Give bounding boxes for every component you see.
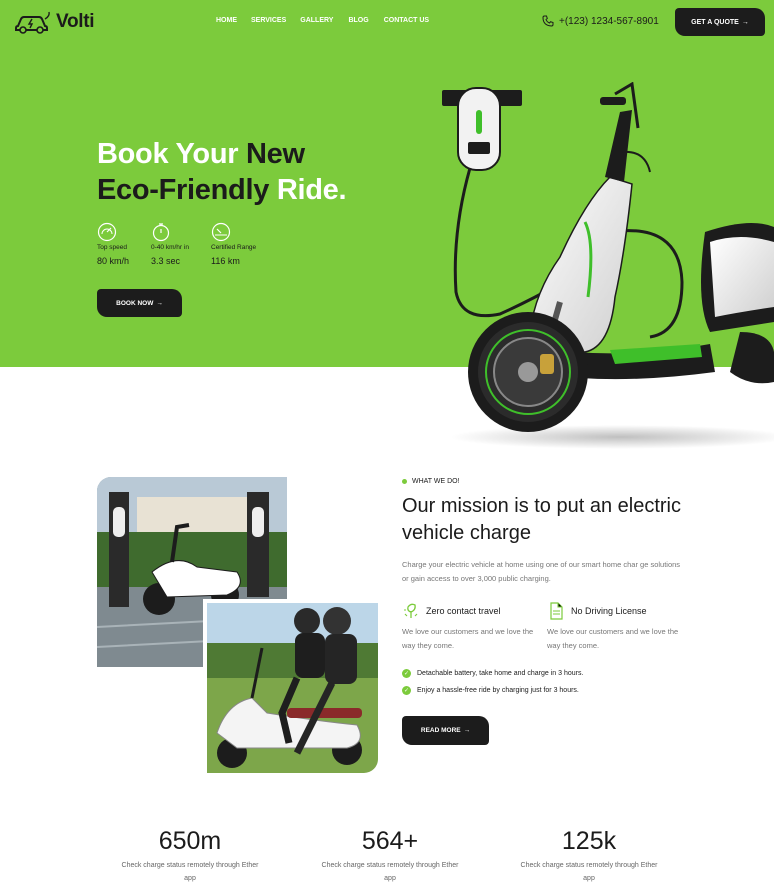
book-now-button[interactable]: BOOK NOW → [97, 289, 182, 317]
nav-blog[interactable]: BLOG [348, 17, 368, 24]
feature-title: Zero contact travel [426, 606, 501, 616]
check-circle-icon: ✓ [402, 686, 411, 695]
counter-item: 650m Check charge status remotely throug… [115, 826, 265, 885]
mission-description: Charge your electric vehicle at home usi… [402, 560, 681, 583]
check-item: ✓ Enjoy a hassle-free ride by charging j… [402, 682, 583, 699]
check-item: ✓ Detachable battery, take home and char… [402, 665, 583, 682]
phone-contact[interactable]: +(123) 1234-567-8901 [542, 15, 659, 27]
counter-item: 564+ Check charge status remotely throug… [315, 826, 465, 885]
counter-text: Check charge status remotely through Eth… [321, 862, 459, 882]
mission-title: Our mission is to put an electric vehicl… [402, 495, 681, 544]
check-list: ✓ Detachable battery, take home and char… [402, 665, 583, 699]
hero-title-part2: New [246, 138, 305, 170]
nav-home[interactable]: HOME [216, 17, 237, 24]
counter-number: 125k [561, 827, 617, 855]
logo[interactable]: Volti [14, 10, 95, 34]
feature-head: Zero contact travel [402, 602, 542, 620]
stat-label: Certified Range [211, 244, 257, 251]
gauge-icon [211, 222, 231, 242]
stat-value: 116 km [211, 256, 240, 266]
feature-zero-contact: Zero contact travel We love our customer… [402, 602, 542, 653]
section-tag: WHAT WE DO! [402, 478, 460, 485]
logo-text: Volti [56, 11, 95, 32]
tag-text: WHAT WE DO! [412, 478, 460, 485]
arrow-right-icon: → [741, 18, 749, 26]
feature-text: We love our customers and we love the wa… [547, 627, 679, 650]
car-plug-logo-icon [15, 11, 50, 34]
read-more-label: READ MORE [420, 727, 461, 734]
check-circle-icon: ✓ [402, 669, 411, 678]
counter-number: 564+ [361, 827, 419, 855]
feature-no-license: No Driving License We love our customers… [547, 602, 687, 653]
arrow-right-icon: → [463, 727, 471, 734]
book-now-label: BOOK NOW [116, 299, 154, 307]
stat-value: 3.3 sec [151, 256, 181, 266]
counter-text: Check charge status remotely through Eth… [121, 862, 259, 882]
hero-title-part4: Ride. [276, 174, 347, 206]
hero-title: Book Your New Eco-Friendly Ride. [97, 136, 347, 208]
scooter-charger-illustration [442, 82, 774, 449]
read-more-button[interactable]: READ MORE → [402, 716, 489, 745]
phone-icon [542, 15, 554, 27]
stopwatch-icon [152, 223, 170, 242]
nav-contact-us[interactable]: CONTACT US [384, 17, 429, 24]
nav-links: HOME SERVICES GALLERY BLOG CONTACT US [216, 17, 429, 24]
hero-title-part3: Eco-Friendly [97, 174, 270, 206]
leaf-plug-icon [404, 603, 418, 618]
couple-riding-scooter-photo [203, 599, 378, 773]
stat-label: 0-40 km/hr in [151, 244, 189, 251]
counter-text: Check charge status remotely through Eth… [520, 862, 658, 882]
navbar: Volti HOME SERVICES GALLERY BLOG CONTACT… [0, 0, 774, 44]
counter-item: 125k Check charge status remotely throug… [514, 826, 664, 885]
hero-title-part1: Book Your [97, 138, 239, 170]
stat-range: Certified Range 116 km [211, 222, 256, 266]
arrow-right-icon: → [156, 299, 163, 307]
stat-label: Top speed [97, 244, 127, 251]
check-text: Detachable battery, take home and charge… [417, 670, 584, 677]
stat-top-speed: Top speed 80 km/h [97, 222, 129, 266]
get-a-quote-button[interactable]: GET A QUOTE → [675, 8, 765, 36]
phone-number: +(123) 1234-567-8901 [559, 15, 659, 27]
get-a-quote-label: GET A QUOTE [691, 18, 739, 26]
stat-acceleration: 0-40 km/hr in 3.3 sec [151, 222, 189, 266]
counter-number: 650m [158, 827, 222, 855]
document-icon [550, 602, 563, 620]
nav-services[interactable]: SERVICES [251, 17, 286, 24]
feature-title: No Driving License [571, 606, 647, 616]
stat-value: 80 km/h [97, 256, 130, 266]
speedometer-icon [97, 222, 117, 242]
feature-text: We love our customers and we love the wa… [402, 627, 534, 650]
feature-head: No Driving License [547, 602, 687, 620]
nav-gallery[interactable]: GALLERY [300, 17, 333, 24]
tag-dot-icon [402, 479, 407, 484]
check-text: Enjoy a hassle-free ride by charging jus… [417, 687, 579, 694]
couple-riding-image [207, 603, 378, 773]
